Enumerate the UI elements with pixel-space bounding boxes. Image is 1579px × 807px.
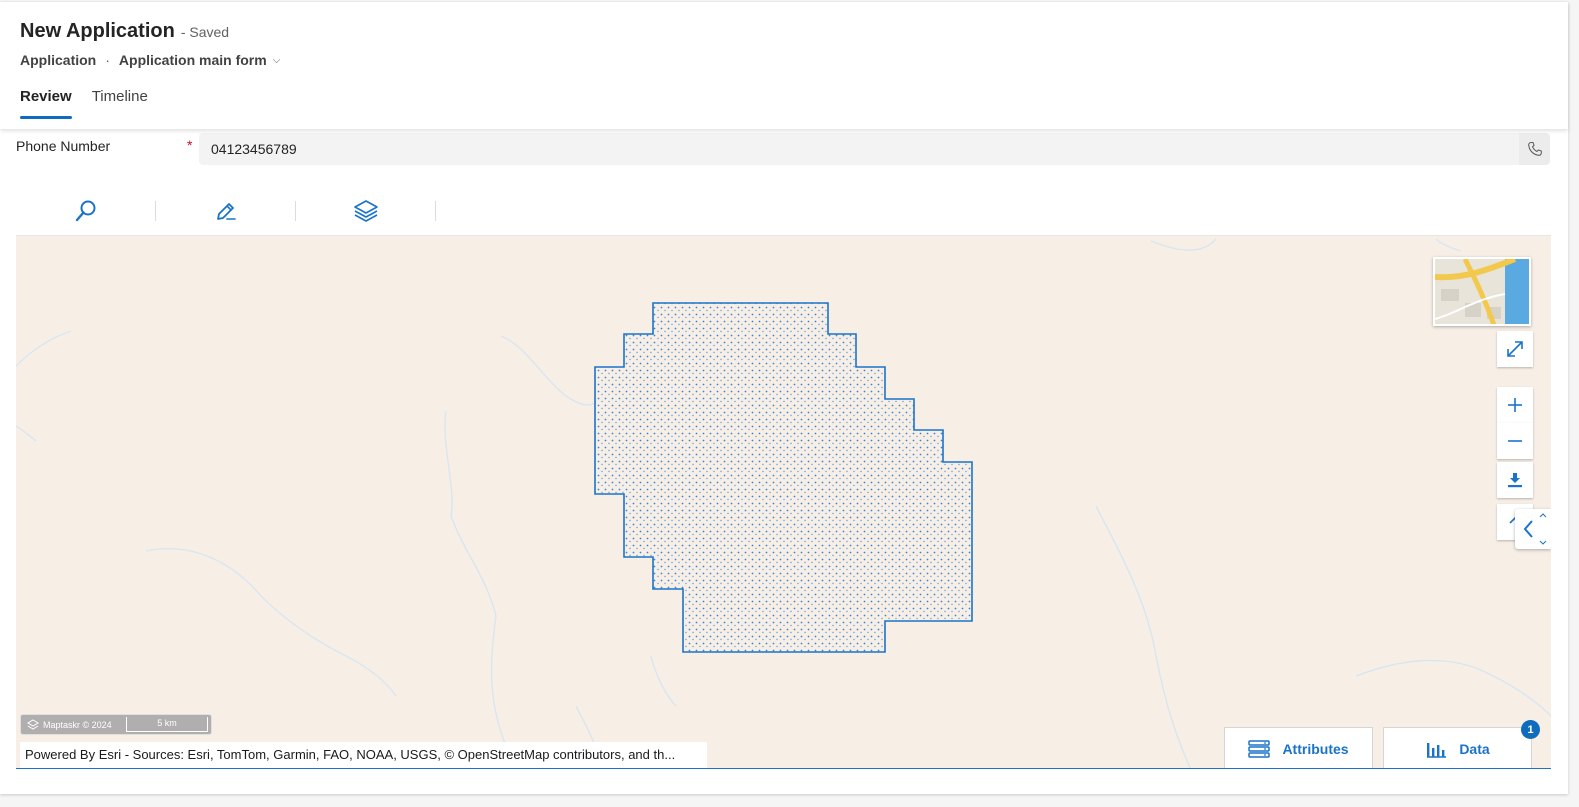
data-label: Data [1459, 740, 1490, 757]
scale-brand: Maptaskr © 2024 [21, 718, 126, 731]
tab-review[interactable]: Review [20, 88, 72, 119]
map-draw-button[interactable] [156, 188, 295, 234]
data-button[interactable]: Data [1383, 727, 1532, 768]
form-selector-label: Application main form [118, 52, 267, 68]
save-status: - Saved [180, 24, 230, 40]
fullscreen-button[interactable] [1497, 331, 1533, 367]
data-count-badge: 1 [1521, 720, 1540, 739]
download-button[interactable] [1497, 462, 1533, 498]
map-attribution: Powered By Esri - Sources: Esri, TomTom,… [20, 742, 707, 768]
phone-icon [1527, 141, 1542, 156]
maptaskr-logo-icon [27, 718, 39, 730]
breadcrumb-separator: · [105, 52, 110, 68]
zoom-in-icon [1508, 398, 1522, 412]
form-header: New Application - Saved Application · Ap… [0, 2, 1568, 129]
breadcrumb: Application · Application main form ⌵ [20, 52, 280, 68]
map-layers-button[interactable] [296, 188, 435, 234]
required-marker: * [187, 137, 193, 153]
attributes-label: Attributes [1282, 740, 1349, 757]
attributes-button[interactable]: Attributes [1224, 727, 1373, 768]
layers-icon [353, 200, 378, 222]
page-title: New Application [20, 20, 175, 42]
attributes-icon [1248, 739, 1271, 758]
form-page: New Application - Saved Application · Ap… [0, 2, 1568, 794]
tab-bar: Review Timeline [20, 88, 168, 119]
pencil-icon [216, 203, 236, 220]
chevron-down-icon: ⌵ [272, 54, 281, 66]
phone-number-row: Phone Number * [16, 133, 1550, 165]
tab-timeline[interactable]: Timeline [92, 88, 148, 119]
zoom-out-button[interactable] [1497, 423, 1533, 459]
phone-number-label: Phone Number [16, 138, 111, 154]
breadcrumb-entity: Application [20, 52, 97, 68]
title-row: New Application - Saved [20, 20, 229, 43]
basemap-thumbnail[interactable] [1433, 257, 1531, 326]
phone-number-input[interactable] [199, 133, 1519, 165]
call-button[interactable] [1519, 133, 1550, 165]
zoom-out-icon [1508, 440, 1522, 442]
collapse-panel-button[interactable] [1515, 509, 1551, 549]
map-view[interactable]: Maptaskr © 2024 5 km Powered By Esri - S… [16, 235, 1551, 769]
map-search-button[interactable] [16, 188, 155, 234]
scale-brand-text: Maptaskr © 2024 [43, 719, 112, 730]
search-icon [75, 200, 95, 222]
map-toolbar [16, 188, 446, 234]
parcel-polygon [594, 302, 973, 653]
chevron-left-icon [1523, 513, 1547, 545]
map-canvas [16, 238, 1551, 768]
form-selector[interactable]: Application main form ⌵ [119, 52, 280, 68]
scale-distance: 5 km [126, 717, 208, 732]
bar-chart-icon [1427, 742, 1447, 758]
toolbar-divider [435, 201, 436, 221]
basemap-preview-icon [1435, 259, 1529, 324]
zoom-in-button[interactable] [1497, 387, 1533, 423]
fullscreen-icon [1507, 341, 1523, 357]
scale-bar: Maptaskr © 2024 5 km [20, 714, 212, 735]
download-icon [1508, 473, 1522, 488]
